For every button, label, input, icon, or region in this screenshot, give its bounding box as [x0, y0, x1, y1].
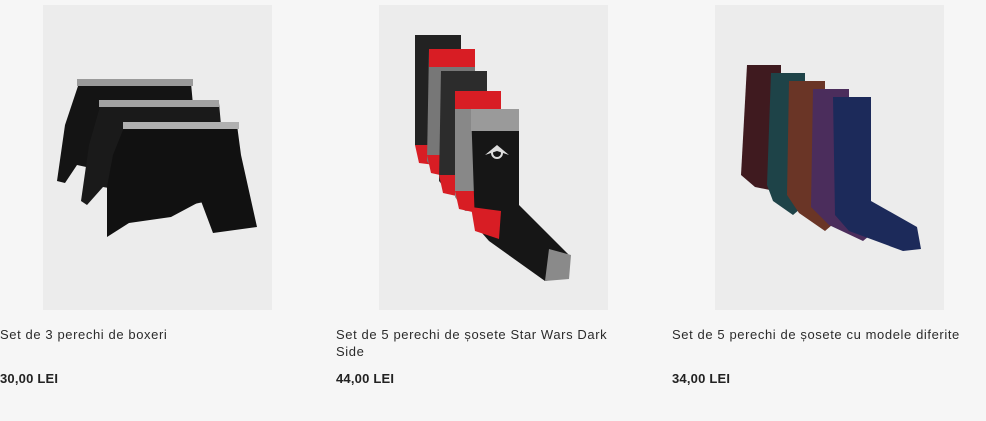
product-title[interactable]: Set de 3 perechi de boxeri: [0, 326, 290, 343]
product-price: 44,00 LEI: [336, 371, 395, 386]
product-card[interactable]: Set de 5 perechi de șosete Star Wars Dar…: [315, 0, 651, 421]
product-image-area[interactable]: [651, 0, 986, 314]
colored-socks-image[interactable]: [715, 5, 944, 310]
colored-socks-icon: [741, 65, 921, 251]
product-card[interactable]: Set de 5 perechi de șosete cu modele dif…: [651, 0, 986, 421]
boxer-briefs-image[interactable]: [43, 5, 272, 310]
product-image-area[interactable]: [0, 0, 315, 314]
boxer-briefs-icon: [57, 79, 257, 237]
product-title[interactable]: Set de 5 perechi de șosete cu modele dif…: [672, 326, 962, 343]
star-wars-socks-image[interactable]: [379, 5, 608, 310]
product-card[interactable]: Set de 3 perechi de boxeri 30,00 LEI: [0, 0, 315, 421]
product-price: 30,00 LEI: [0, 371, 59, 386]
product-price: 34,00 LEI: [672, 371, 731, 386]
product-title[interactable]: Set de 5 perechi de șosete Star Wars Dar…: [336, 326, 626, 360]
star-wars-socks-icon: [415, 35, 571, 281]
product-image-area[interactable]: [315, 0, 651, 314]
